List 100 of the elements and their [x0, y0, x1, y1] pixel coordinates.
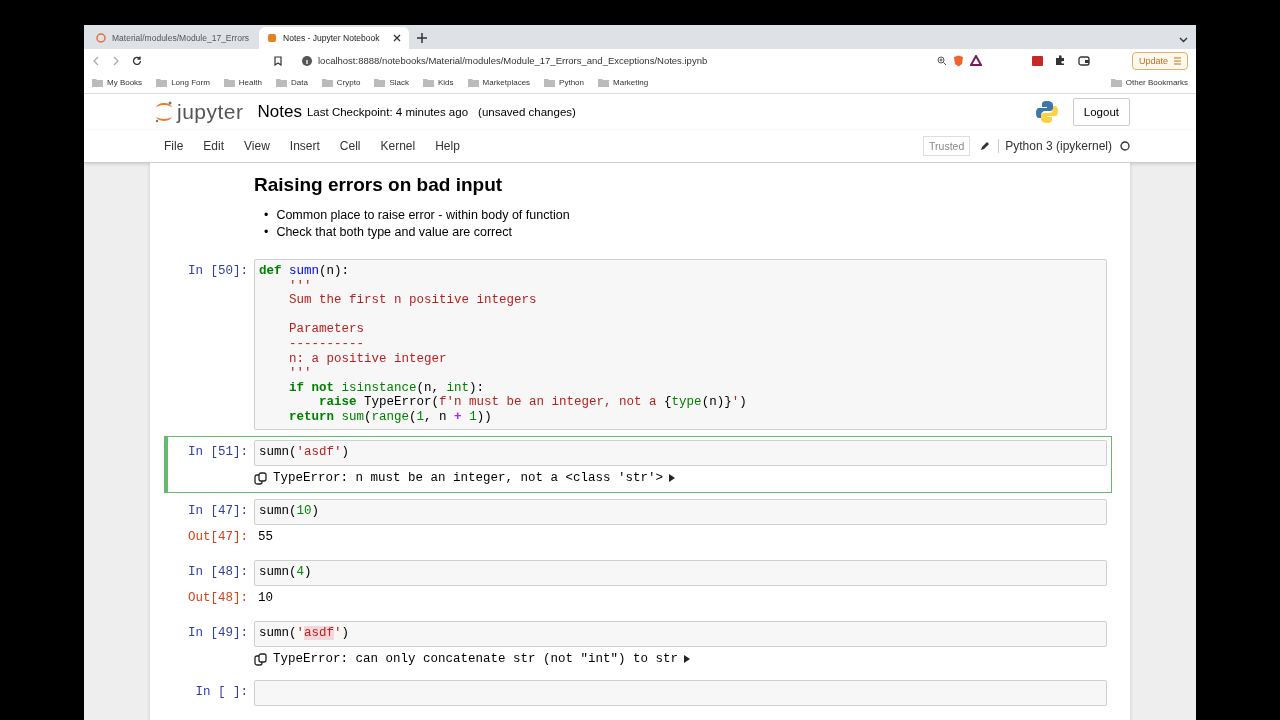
menu-item[interactable]: Help: [425, 139, 470, 153]
code-cell[interactable]: In [48]: sumn(4) Out[48]: 10: [164, 555, 1112, 615]
copy-icon: [254, 471, 267, 485]
code-line: n: a positive integer: [288, 351, 448, 367]
input-prompt: In [50]:: [187, 263, 249, 279]
folder-icon: [422, 78, 434, 87]
code-line: sumn(10): [259, 503, 321, 519]
input-prompt: In [48]:: [187, 563, 249, 580]
bookmark[interactable]: Data: [275, 78, 308, 87]
code-input[interactable]: sumn('asdf'): [254, 439, 1107, 466]
code-line: ''': [288, 278, 313, 294]
menu-item[interactable]: Kernel: [370, 139, 426, 153]
menu-item[interactable]: View: [234, 139, 280, 153]
input-prompt: In [49]:: [187, 624, 249, 641]
bookmark[interactable]: Crypto: [321, 78, 361, 87]
browser-tab[interactable]: Material/modules/Module_17_Errors: [88, 27, 257, 49]
code-cell[interactable]: In [51]: sumn('asdf') TypeError: n must be an integer, not a <class 'str'>: [164, 435, 1112, 493]
code-line: Sum the first n positive integers: [288, 293, 538, 308]
reload-icon[interactable]: [132, 55, 142, 66]
expand-icon[interactable]: [684, 655, 691, 664]
code-input[interactable]: sumn(10): [254, 498, 1107, 525]
folder-icon: [374, 78, 386, 87]
code-line: sumn(4): [259, 564, 313, 580]
bookmark[interactable]: Slack: [374, 78, 409, 87]
menu-item[interactable]: File: [154, 139, 194, 153]
code-cell[interactable]: In [ ]:: [164, 675, 1112, 710]
code-line: return sum(range(1, n + 1)): [288, 409, 493, 425]
new-tab-icon[interactable]: [417, 33, 427, 43]
close-icon[interactable]: [393, 34, 401, 42]
bookmark-icon[interactable]: [274, 55, 282, 66]
input-prompt: In [ ]:: [194, 683, 249, 700]
bookmark[interactable]: Health: [223, 78, 262, 87]
code-line: sumn('asdf'): [259, 625, 351, 641]
chevron-down-icon[interactable]: [1179, 37, 1188, 43]
output-prompt: Out[48]:: [187, 589, 249, 606]
pencil-icon[interactable]: [980, 141, 991, 151]
update-button[interactable]: Update: [1131, 51, 1188, 70]
folder-icon: [1110, 78, 1122, 87]
bookmark[interactable]: Kids: [422, 78, 454, 87]
puzzle-icon[interactable]: [1055, 55, 1066, 66]
folder-icon: [544, 78, 556, 87]
wallet-icon[interactable]: [1078, 55, 1090, 66]
output-text: 55: [257, 528, 273, 546]
code-cell[interactable]: In [47]: sumn(10) Out[47]: 55: [164, 494, 1112, 554]
folder-icon: [321, 78, 333, 87]
code-cell[interactable]: In [49]: sumn('asdf') TypeError: can only concatenate str (not "int") to str: [164, 616, 1112, 674]
bullet-text: Check that both type and value are correct: [276, 224, 512, 241]
tab-favicon-icon: [267, 33, 277, 43]
expand-icon[interactable]: [669, 474, 676, 483]
code-line: ----------: [288, 336, 366, 352]
folder-icon: [467, 78, 479, 87]
code-line: if not isinstance(n, int):: [288, 380, 486, 396]
tab-favicon-icon: [96, 33, 106, 43]
output-text: 10: [257, 589, 273, 607]
section-heading: Raising errors on bad input: [254, 173, 504, 197]
unsaved-status: (unsaved changes): [478, 106, 576, 118]
logout-button[interactable]: Logout: [1072, 98, 1130, 126]
info-icon: [302, 55, 312, 66]
python-logo-icon: [1034, 100, 1059, 124]
jupyter-logo-icon: [154, 100, 174, 124]
lion-shield-icon[interactable]: [953, 54, 964, 67]
notebook-name[interactable]: Notes: [257, 102, 302, 122]
bullet-marker: •: [264, 207, 269, 224]
folder-icon: [92, 78, 103, 87]
output-prompt: Out[47]:: [187, 528, 249, 545]
trusted-badge[interactable]: Trusted: [923, 136, 971, 156]
input-prompt: In [47]:: [187, 502, 249, 519]
code-line: sumn('asdf'): [259, 444, 351, 460]
kernel-name[interactable]: Python 3 (ipykernel): [998, 139, 1112, 153]
bookmark[interactable]: Marketplaces: [467, 78, 531, 87]
other-bookmarks[interactable]: Other Bookmarks: [1110, 78, 1188, 87]
menu-item[interactable]: Cell: [329, 139, 371, 153]
bookmark[interactable]: Long Form: [156, 78, 210, 87]
code-input[interactable]: sumn(4): [254, 559, 1107, 586]
error-message: TypeError: n must be an integer, not a <class 'str'>: [273, 470, 664, 486]
input-prompt: In [51]:: [187, 443, 249, 460]
folder-icon: [598, 78, 609, 87]
browser-tab[interactable]: Notes - Jupyter Notebook: [259, 27, 409, 49]
zoom-icon[interactable]: [937, 55, 947, 66]
bookmark[interactable]: My Books: [92, 78, 143, 87]
menu-item[interactable]: Insert: [279, 139, 330, 153]
bullet-marker: •: [264, 224, 269, 241]
code-input[interactable]: sumn('asdf'): [254, 620, 1107, 647]
folder-icon: [275, 78, 287, 87]
checkpoint-text: Last Checkpoint: 4 minutes ago: [306, 106, 469, 118]
code-line: def sumn(n):: [259, 264, 351, 279]
code-input[interactable]: [254, 679, 1107, 706]
bookmark[interactable]: Python: [544, 78, 584, 87]
menu-item[interactable]: Edit: [193, 139, 235, 153]
error-message: TypeError: can only concatenate str (not "int") to str: [273, 651, 679, 667]
copy-icon: [254, 652, 267, 666]
triangle-icon[interactable]: [970, 55, 982, 66]
bookmark[interactable]: Marketing: [598, 78, 649, 87]
folder-icon: [223, 78, 235, 87]
folder-icon: [156, 78, 168, 87]
bullet-text: Common place to raise error - within body of function: [276, 207, 570, 224]
kernel-idle-icon: [1120, 141, 1130, 151]
extension-icon[interactable]: [1032, 55, 1043, 66]
code-line: Parameters: [288, 322, 366, 337]
code-line: raise TypeError(f'n must be an integer, not a {type(n)}'): [318, 395, 748, 410]
